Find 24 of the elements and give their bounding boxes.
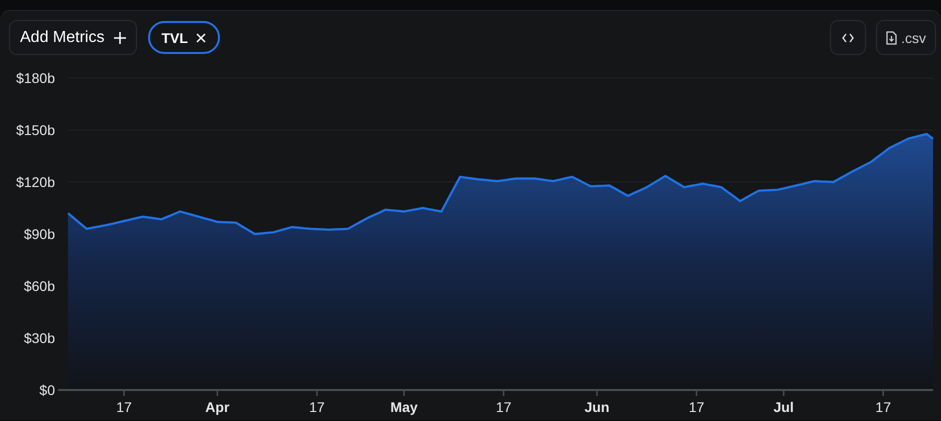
x-axis-label: May <box>390 399 418 415</box>
add-metrics-button[interactable]: Add Metrics <box>9 20 138 55</box>
x-axis-label: 17 <box>688 399 704 415</box>
x-axis-label: Jun <box>584 399 610 415</box>
y-axis-label: $150b <box>16 122 55 138</box>
y-axis-label: $60b <box>24 278 55 294</box>
embed-button[interactable] <box>830 20 866 55</box>
plus-icon <box>114 32 126 44</box>
file-download-icon <box>886 30 898 44</box>
close-icon[interactable] <box>196 32 206 42</box>
csv-download-button[interactable]: .csv <box>876 20 936 55</box>
x-axis-label: Apr <box>205 399 230 415</box>
y-axis-label: $120b <box>16 174 55 190</box>
x-axis-label: 17 <box>875 399 891 415</box>
x-axis-label: 17 <box>309 399 325 415</box>
code-icon <box>842 32 854 42</box>
metric-chip[interactable]: TVL <box>148 21 220 54</box>
x-axis-label: 17 <box>116 399 132 415</box>
y-axis-label: $0 <box>39 382 55 398</box>
y-axis-label: $30b <box>24 330 55 346</box>
x-axis-label: Jul <box>774 399 794 415</box>
y-axis-label: $180b <box>16 70 55 86</box>
y-axis-label: $90b <box>24 226 55 242</box>
x-axis-label: 17 <box>496 399 512 415</box>
